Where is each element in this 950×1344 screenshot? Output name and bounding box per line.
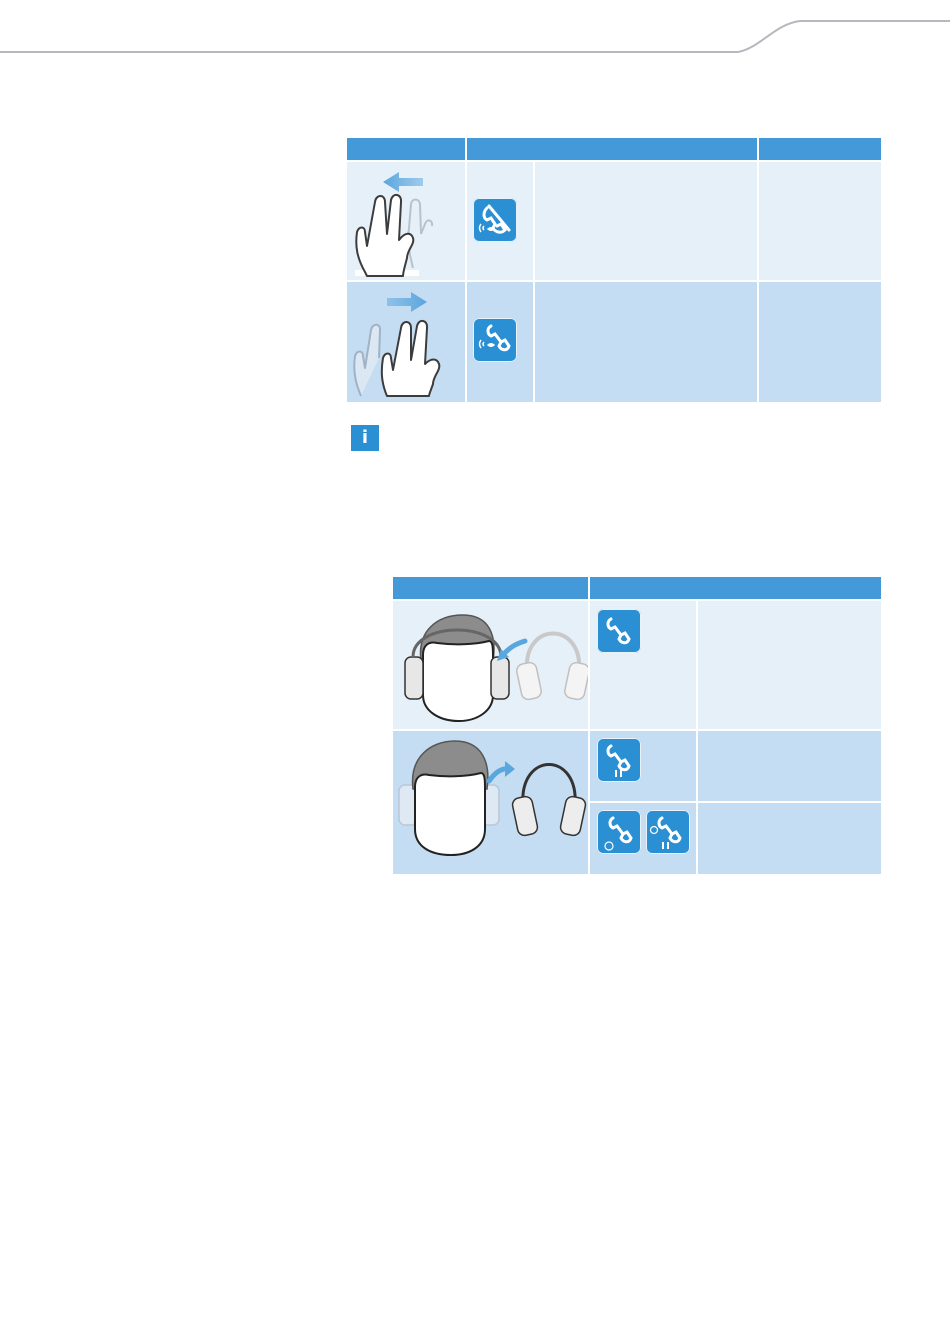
result-cell xyxy=(759,282,881,402)
icon-cell xyxy=(590,731,696,801)
icon-cell xyxy=(590,601,696,729)
icon-cell xyxy=(467,282,533,402)
illustration-cell xyxy=(393,731,588,874)
info-icon: i xyxy=(351,425,379,451)
page-header-rule xyxy=(0,20,950,53)
gesture-table xyxy=(347,138,881,402)
gesture-table-header xyxy=(347,138,881,160)
swipe-left-gesture-icon xyxy=(355,172,434,277)
description-cell xyxy=(698,731,881,801)
illustration-cell xyxy=(393,601,590,729)
call-hold-icon xyxy=(597,738,641,782)
call-icon xyxy=(597,609,641,653)
gesture-cell xyxy=(347,162,465,280)
icon-cell xyxy=(467,162,533,280)
column-divider xyxy=(465,138,467,160)
result-cell xyxy=(759,162,881,280)
held-call-icon xyxy=(646,810,690,854)
gesture-cell xyxy=(347,282,465,402)
description-cell xyxy=(698,601,881,729)
description-cell xyxy=(698,803,881,874)
icon-cell xyxy=(590,803,696,874)
put-on-headset-illustration xyxy=(404,614,590,723)
call-and-held-call-icon xyxy=(597,810,641,854)
column-divider xyxy=(588,577,590,599)
reject-call-icon xyxy=(473,198,517,242)
swipe-right-gesture-icon xyxy=(353,292,441,397)
accept-call-icon xyxy=(473,318,517,362)
take-off-headset-illustration xyxy=(398,740,587,857)
description-cell xyxy=(535,162,757,280)
column-divider xyxy=(757,138,759,160)
headset-table xyxy=(393,577,881,874)
description-cell xyxy=(535,282,757,402)
headset-table-header xyxy=(393,577,881,599)
